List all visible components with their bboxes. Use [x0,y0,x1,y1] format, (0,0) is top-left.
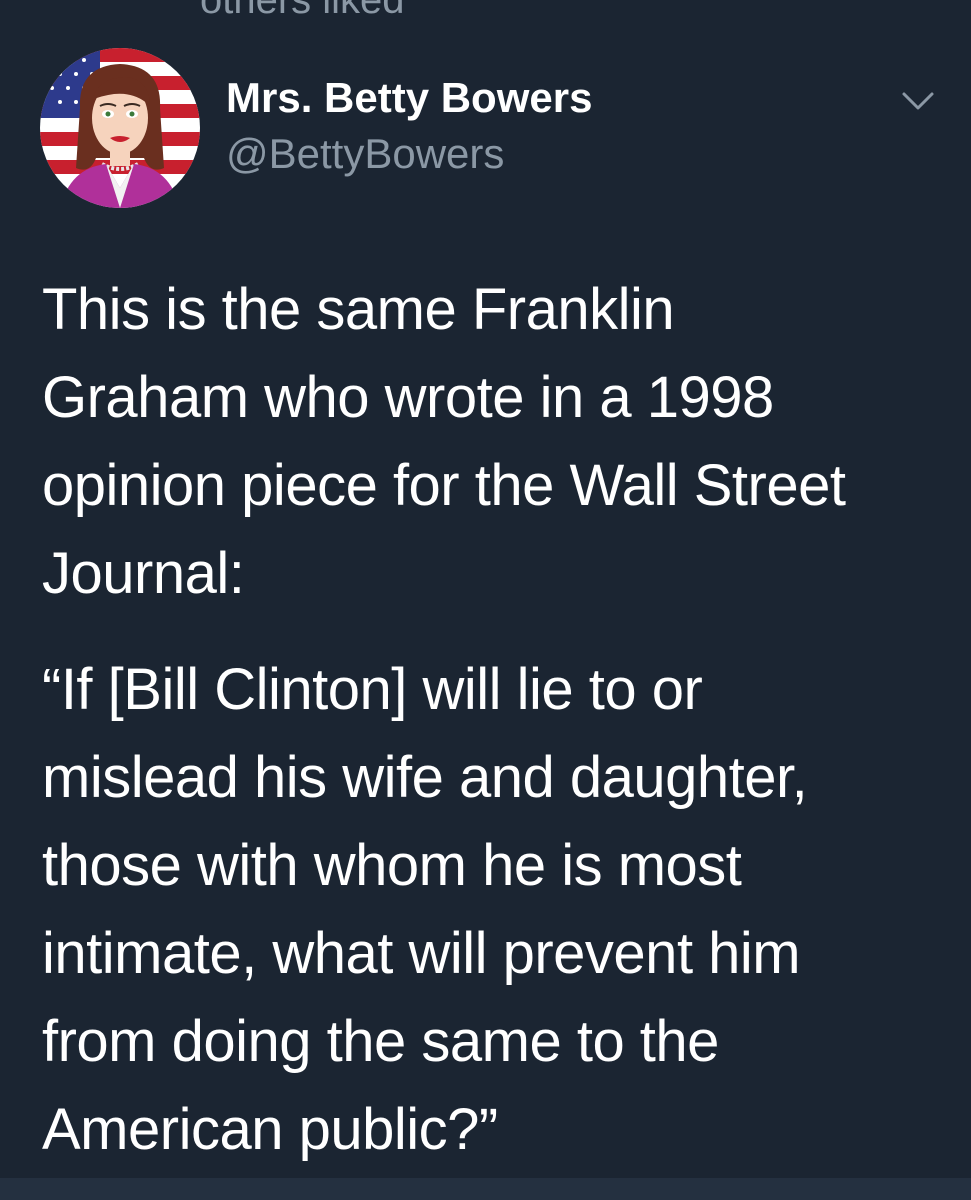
tweet-paragraph: This is the same Franklin Graham who wro… [42,266,942,618]
tweet-text-line: opinion piece for the Wall Street [42,453,846,518]
avatar[interactable] [40,48,200,208]
tweet-text-line: “If [Bill Clinton] will lie to or [42,657,703,722]
tweet-text-line: Journal: [42,541,245,606]
chevron-down-icon[interactable] [898,86,938,116]
tweet-text-line: from doing the same to the [42,1009,719,1074]
author-handle[interactable]: @BettyBowers [226,130,504,178]
tweet-text-line: American public?” [42,1097,498,1162]
tweet-text-line: those with whom he is most [42,833,742,898]
tweet-text-line: intimate, what will prevent him [42,921,801,986]
tweet-text: This is the same Franklin Graham who wro… [42,266,942,1174]
tweet-text-line: Graham who wrote in a 1998 [42,365,774,430]
tweet-quote-paragraph: “If [Bill Clinton] will lie to or mislea… [42,646,942,1174]
avatar-illustration [40,48,200,208]
tweet-text-line: mislead his wife and daughter, [42,745,808,810]
author-display-name[interactable]: Mrs. Betty Bowers [226,74,592,122]
tweet-text-line: This is the same Franklin [42,277,675,342]
bottom-divider [0,1178,971,1200]
social-context-label: others liked [200,0,405,22]
